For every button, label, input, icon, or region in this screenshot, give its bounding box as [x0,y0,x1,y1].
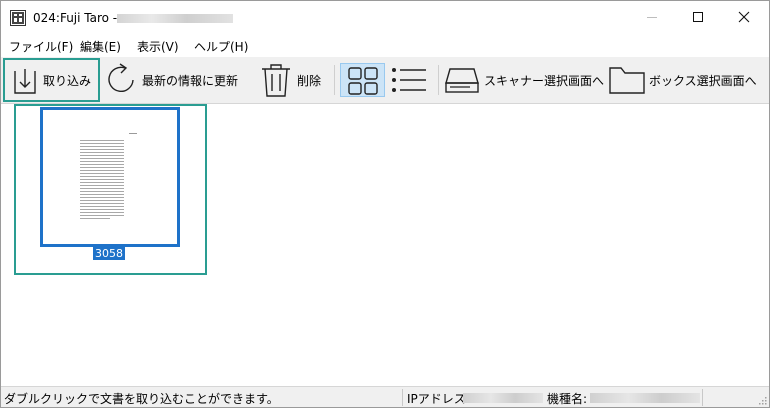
toolbar-separator [334,65,335,95]
resize-grip-icon[interactable] [757,395,767,405]
status-separator [402,389,403,406]
delete-label: 削除 [297,73,322,88]
document-page-icon [80,133,137,219]
menu-file[interactable]: ファイル(F) [9,38,73,55]
status-separator [702,389,703,406]
document-list[interactable]: 3058 [1,104,769,386]
model-name-label: 機種名: [547,392,588,406]
toolbar: 取り込み 最新の情報に更新 削除 スキャナー選択画面へ ボックス選択画面へ [1,57,769,104]
status-hint: ダブルクリックで文書を取り込むことができます。 [4,392,279,406]
scanner-icon [445,68,479,93]
toolbar-separator [438,65,439,95]
ip-address-label: IPアドレス: [407,392,470,406]
status-bar: ダブルクリックで文書を取り込むことができます。 IPアドレス: 機種名: [1,386,769,407]
app-window: 024:Fuji Taro - ファイル(F) 編集(E) 表示(V) ヘルプ(… [0,0,770,408]
menu-help[interactable]: ヘルプ(H) [194,38,248,55]
minimize-button[interactable] [629,1,675,33]
scanner-select-button[interactable]: スキャナー選択画面へ [444,57,604,103]
refresh-label: 最新の情報に更新 [142,73,239,88]
menu-bar: ファイル(F) 編集(E) 表示(V) ヘルプ(H) [1,36,769,56]
document-name[interactable]: 3058 [93,247,125,260]
import-arrow-icon [14,69,36,94]
list-view-icon [392,68,426,92]
box-select-label: ボックス選択画面へ [649,73,757,88]
maximize-button[interactable] [675,1,721,33]
thumbnail-view-icon [348,67,378,95]
scanner-select-label: スキャナー選択画面へ [484,73,605,88]
refresh-button[interactable]: 最新の情報に更新 [105,57,238,103]
ip-address-redacted [463,393,543,403]
box-select-button[interactable]: ボックス選択画面へ [608,57,757,103]
title-bar: 024:Fuji Taro - [1,1,769,35]
menu-edit[interactable]: 編集(E) [80,38,121,55]
close-icon [738,11,750,23]
refresh-icon [108,63,134,92]
folder-icon [609,67,645,94]
close-button[interactable] [721,1,767,33]
trash-icon [262,64,290,97]
app-icon [10,10,26,26]
title-redacted [117,14,233,23]
maximize-icon [693,12,703,22]
thumbnail-view-button[interactable] [340,63,385,97]
delete-button[interactable]: 削除 [260,57,321,103]
minimize-icon [647,17,657,18]
menu-view[interactable]: 表示(V) [137,38,179,55]
window-title: 024:Fuji Taro - [33,11,118,25]
import-label: 取り込み [43,73,92,88]
import-button[interactable]: 取り込み [3,58,100,102]
model-name-redacted [590,393,700,403]
list-view-button[interactable] [390,57,428,103]
document-thumbnail[interactable] [40,107,180,247]
